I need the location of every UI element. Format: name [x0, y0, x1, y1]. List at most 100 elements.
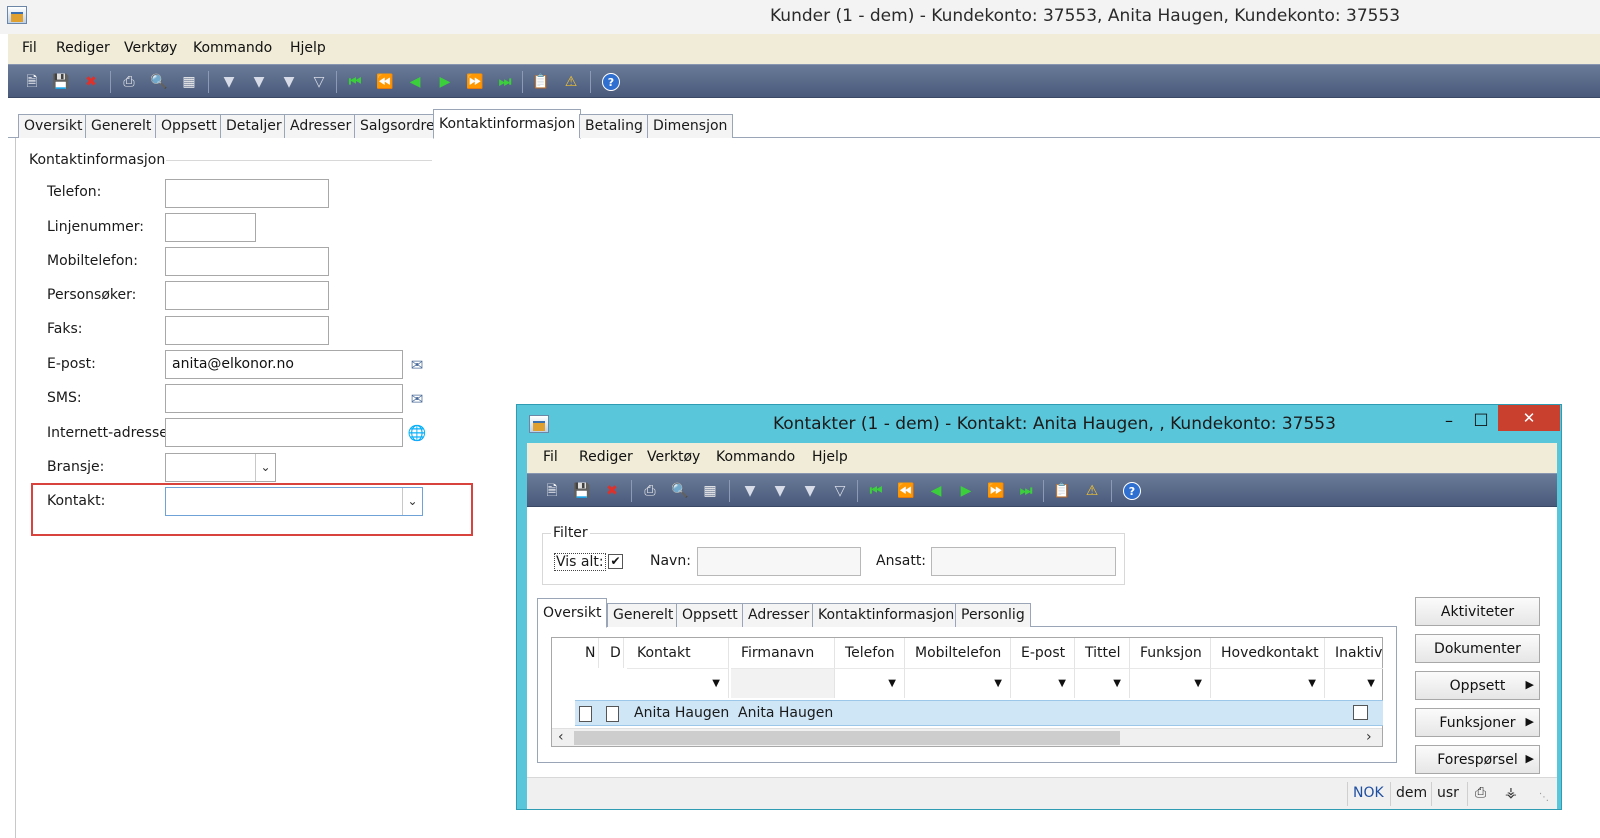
previous-record-icon[interactable]: ◀ [406, 73, 424, 91]
help-icon[interactable]: ? [602, 73, 620, 91]
tab-betaling[interactable]: Betaling [579, 114, 649, 138]
faks-input[interactable] [165, 316, 329, 345]
sms-input[interactable] [165, 384, 403, 413]
advanced-filter-icon[interactable]: ▼ [280, 73, 298, 91]
print-preview-icon[interactable]: 🔍 [150, 73, 168, 91]
ansatt-input[interactable] [931, 547, 1116, 576]
menu-rediger[interactable]: Rediger [56, 40, 110, 56]
export-icon[interactable]: ▦ [701, 482, 719, 500]
document-handling-icon[interactable]: 📋 [532, 73, 550, 91]
filter-telefon[interactable]: ▼ [835, 668, 905, 698]
filter-selection-icon[interactable]: ▼ [220, 73, 238, 91]
filter-by-field-icon[interactable]: ▼ [250, 73, 268, 91]
next-record-icon[interactable]: ▶ [436, 73, 454, 91]
col-telefon[interactable]: Telefon [835, 638, 905, 668]
col-kontakt[interactable]: Kontakt [627, 638, 729, 668]
save-icon[interactable]: 💾 [573, 482, 591, 500]
cell-firmanavn[interactable]: Anita Haugen [738, 701, 833, 725]
tab-salgsordre[interactable]: Salgsordre [354, 114, 441, 138]
remove-filter-icon[interactable]: ▽ [831, 482, 849, 500]
export-icon[interactable]: ▦ [180, 73, 198, 91]
scrollbar-thumb[interactable] [574, 731, 1120, 745]
tab-detaljer[interactable]: Detaljer [220, 114, 288, 138]
tab-adresser[interactable]: Adresser [742, 603, 816, 627]
filter-funksjon[interactable]: ▼ [1130, 668, 1211, 698]
status-currency[interactable]: NOK [1353, 785, 1384, 801]
col-n[interactable]: N [585, 638, 599, 668]
next-page-icon[interactable]: ⏩ [987, 482, 1005, 500]
filter-firmanavn[interactable] [731, 668, 835, 698]
resize-grip-icon[interactable]: ⋱ [1539, 792, 1549, 803]
col-mobiltelefon[interactable]: Mobiltelefon [905, 638, 1011, 668]
send-sms-icon[interactable]: ✉ [406, 388, 428, 410]
horizontal-scrollbar[interactable]: ‹ › [552, 728, 1382, 746]
cell-kontakt[interactable]: Anita Haugen [634, 701, 729, 725]
oppsett-button[interactable]: Oppsett ▶ [1415, 671, 1540, 700]
internett-input[interactable] [165, 418, 403, 447]
bransje-combo[interactable]: ⌄ [165, 453, 276, 482]
inaktiv-checkbox[interactable] [1353, 705, 1368, 720]
next-record-icon[interactable]: ▶ [957, 482, 975, 500]
col-hovedkontakt[interactable]: Hovedkontakt [1211, 638, 1325, 668]
status-company[interactable]: dem [1396, 785, 1427, 801]
col-firmanavn[interactable]: Firmanavn [731, 638, 835, 668]
help-icon[interactable]: ? [1123, 482, 1141, 500]
scroll-left-icon[interactable]: ‹ [558, 729, 564, 745]
previous-record-icon[interactable]: ◀ [927, 482, 945, 500]
new-icon[interactable]: 🗎 [543, 482, 561, 500]
close-button[interactable]: ✕ [1498, 405, 1560, 431]
menu-rediger[interactable]: Rediger [579, 449, 633, 465]
previous-page-icon[interactable]: ⏪ [897, 482, 915, 500]
delete-icon[interactable]: ✖ [82, 73, 100, 91]
menu-hjelp[interactable]: Hjelp [812, 449, 848, 465]
filter-tittel[interactable]: ▼ [1075, 668, 1130, 698]
save-icon[interactable]: 💾 [52, 73, 70, 91]
col-tittel[interactable]: Tittel [1075, 638, 1130, 668]
print-icon[interactable]: ⎙ [641, 482, 659, 500]
globe-icon[interactable]: 🌐 [406, 422, 428, 444]
tab-adresser[interactable]: Adresser [284, 114, 358, 138]
col-funksjon[interactable]: Funksjon [1130, 638, 1211, 668]
previous-page-icon[interactable]: ⏪ [376, 73, 394, 91]
tab-generelt[interactable]: Generelt [85, 114, 158, 138]
tab-personlig[interactable]: Personlig [955, 603, 1031, 627]
dokumenter-button[interactable]: Dokumenter [1415, 634, 1540, 663]
print-icon[interactable]: ⎙ [120, 73, 138, 91]
filter-by-field-icon[interactable]: ▼ [771, 482, 789, 500]
document-handling-icon[interactable]: 📋 [1053, 482, 1071, 500]
filter-inaktiv[interactable]: ▼ [1325, 668, 1383, 698]
tab-oversikt[interactable]: Oversikt [537, 598, 608, 628]
status-user[interactable]: usr [1437, 785, 1459, 801]
foresporsel-button[interactable]: Forespørsel ▶ [1415, 745, 1540, 774]
menu-fil[interactable]: Fil [543, 449, 558, 465]
note-icon[interactable] [579, 706, 592, 722]
col-inaktiv[interactable]: Inaktiv [1325, 638, 1383, 668]
telefon-input[interactable] [165, 179, 329, 208]
menu-kommando[interactable]: Kommando [193, 40, 272, 56]
tab-oversikt[interactable]: Oversikt [18, 114, 89, 138]
new-icon[interactable]: 🗎 [23, 73, 41, 91]
tab-oppsett[interactable]: Oppsett [155, 114, 223, 138]
chevron-down-icon[interactable]: ⌄ [255, 454, 275, 481]
filter-hovedkontakt[interactable]: ▼ [1211, 668, 1325, 698]
first-record-icon[interactable]: ⏮ [867, 482, 885, 500]
delete-icon[interactable]: ✖ [603, 482, 621, 500]
table-row[interactable]: Anita Haugen Anita Haugen [575, 700, 1383, 726]
filter-selection-icon[interactable]: ▼ [741, 482, 759, 500]
filter-mobiltelefon[interactable]: ▼ [905, 668, 1011, 698]
first-record-icon[interactable]: ⏮ [346, 73, 364, 91]
scroll-right-icon[interactable]: › [1366, 729, 1372, 745]
filter-epost[interactable]: ▼ [1011, 668, 1075, 698]
printer-icon[interactable]: ⎙ [1475, 785, 1486, 801]
menu-verktoy[interactable]: Verktøy [124, 40, 177, 56]
mobiltelefon-input[interactable] [165, 247, 329, 276]
navn-input[interactable] [697, 547, 861, 576]
epost-input[interactable]: anita@elkonor.no [165, 350, 403, 379]
send-email-icon[interactable]: ✉ [406, 354, 428, 376]
funksjoner-button[interactable]: Funksjoner ▶ [1415, 708, 1540, 737]
menu-kommando[interactable]: Kommando [716, 449, 795, 465]
col-epost[interactable]: E-post [1011, 638, 1075, 668]
remove-filter-icon[interactable]: ▽ [310, 73, 328, 91]
alert-icon[interactable]: ⚠ [562, 73, 580, 91]
alert-icon[interactable]: ⚠ [1083, 482, 1101, 500]
